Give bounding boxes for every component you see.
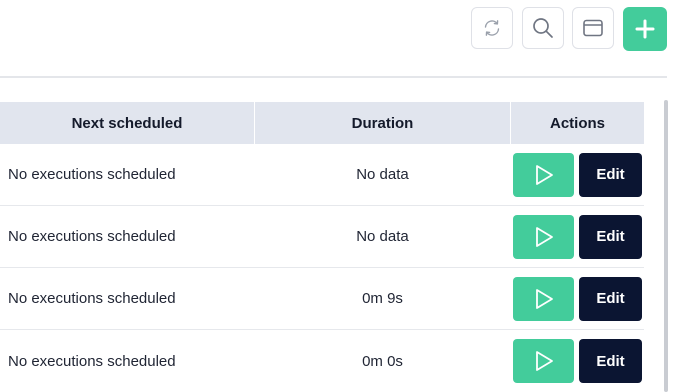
column-header-duration[interactable]: Duration	[255, 102, 510, 144]
search-button[interactable]	[522, 7, 564, 49]
run-button[interactable]	[513, 214, 574, 259]
next-scheduled-cell: No executions scheduled	[8, 166, 176, 183]
schedule-table: Next scheduled Duration Actions No execu…	[0, 102, 644, 392]
run-button[interactable]	[513, 339, 574, 383]
actions-cell: Edit	[510, 152, 644, 197]
page: Next scheduled Duration Actions No execu…	[0, 0, 679, 392]
search-icon	[533, 18, 553, 38]
edit-button[interactable]: Edit	[579, 276, 642, 321]
next-scheduled-cell: No executions scheduled	[8, 290, 176, 307]
play-icon	[535, 351, 553, 371]
next-scheduled-cell: No executions scheduled	[8, 352, 176, 370]
play-icon	[535, 226, 553, 247]
edit-button[interactable]: Edit	[579, 152, 642, 197]
table-row: No executions scheduled 0m 0s Edit	[0, 330, 644, 392]
window-icon	[583, 19, 603, 37]
window-view-button[interactable]	[572, 7, 614, 49]
refresh-button[interactable]	[471, 7, 513, 49]
run-button[interactable]	[513, 276, 574, 321]
run-button[interactable]	[513, 152, 574, 197]
table-row: No executions scheduled No data Edit	[0, 144, 644, 206]
duration-cell: No data	[356, 166, 409, 183]
table-row: No executions scheduled 0m 9s Edit	[0, 268, 644, 330]
toolbar-divider	[0, 76, 667, 78]
column-header-next-scheduled[interactable]: Next scheduled	[0, 102, 254, 144]
duration-cell: 0m 9s	[362, 290, 403, 307]
refresh-icon	[484, 20, 500, 36]
edit-button[interactable]: Edit	[579, 214, 642, 259]
next-scheduled-cell: No executions scheduled	[8, 228, 176, 245]
column-header-actions: Actions	[511, 102, 644, 144]
play-icon	[535, 288, 553, 309]
table-row: No executions scheduled No data Edit	[0, 206, 644, 268]
plus-icon	[635, 19, 655, 39]
edit-button[interactable]: Edit	[579, 339, 642, 383]
duration-cell: No data	[356, 228, 409, 245]
table-header: Next scheduled Duration Actions	[0, 102, 644, 144]
add-button[interactable]	[623, 7, 667, 51]
actions-cell: Edit	[510, 214, 644, 259]
actions-cell: Edit	[510, 339, 644, 383]
vertical-scrollbar[interactable]	[664, 100, 668, 392]
play-icon	[535, 164, 553, 185]
duration-cell: 0m 0s	[362, 352, 403, 370]
actions-cell: Edit	[510, 276, 644, 321]
